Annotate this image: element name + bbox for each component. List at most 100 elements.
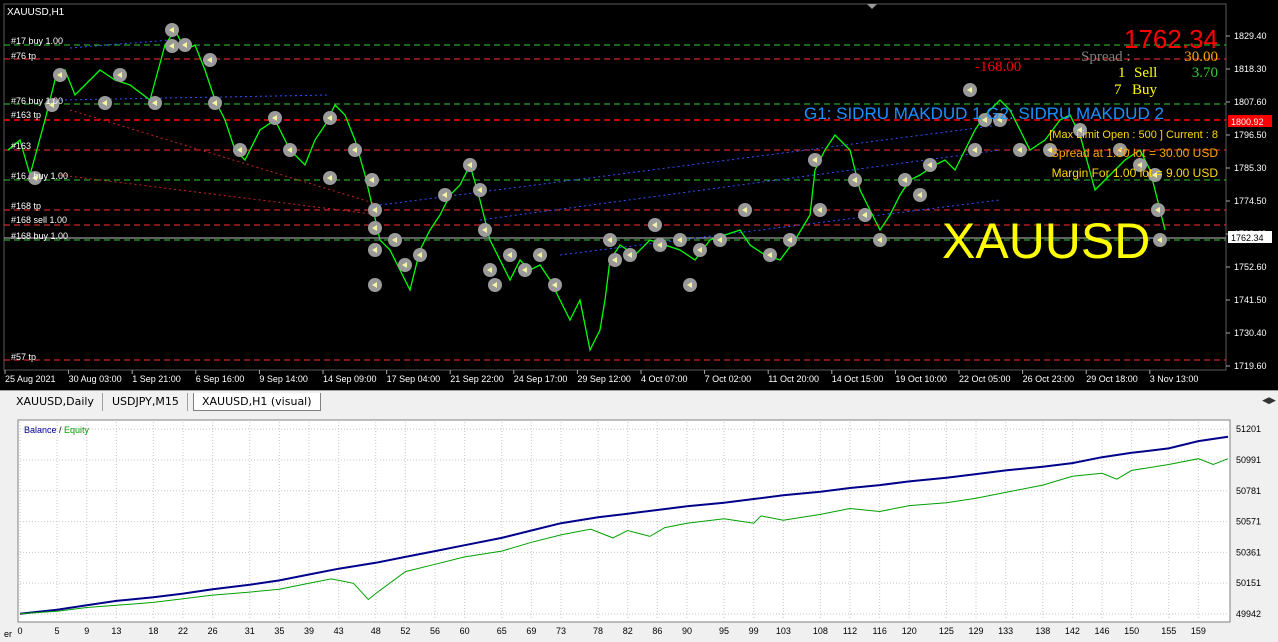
trade-marker-icon[interactable] [738,203,752,217]
trade-marker-icon[interactable] [178,38,192,52]
tab-usdjpy-m15[interactable]: USDJPY,M15 [104,393,188,411]
trade-marker-icon[interactable] [165,23,179,37]
balance-tick-label: 50151 [1236,578,1261,588]
trade-marker-icon[interactable] [483,263,497,277]
trade-marker-icon[interactable] [323,111,337,125]
time-tick-label: 3 Nov 13:00 [1150,374,1199,384]
trade-marker-icon[interactable] [208,96,222,110]
trade-marker-icon[interactable] [673,233,687,247]
price-axis: 1829.40 1818.30 1807.60 1796.50 1785.30 1774.… [1226,31,1267,371]
trade-marker-icon[interactable] [898,173,912,187]
tab-xauusd-daily[interactable]: XAUUSD,Daily [8,393,103,411]
trade-count-tick: 48 [371,626,381,636]
trade-marker-icon[interactable] [413,248,427,262]
price-chart[interactable]: 1829.40 1818.30 1807.60 1796.50 1785.30 1774.… [0,0,1278,390]
trade-marker-icon[interactable] [913,188,927,202]
tab-xauusd-h1-visual[interactable]: XAUUSD,H1 (visual) [193,393,321,411]
trade-marker-icon[interactable] [808,153,822,167]
trade-marker-icon[interactable] [283,143,297,157]
trade-marker-icon[interactable] [165,39,179,53]
order-line-label: #168 sell 1.00 [11,215,67,225]
price-tick-label: 1730.40 [1234,328,1267,338]
trade-count-tick: 108 [813,626,828,636]
trade-marker-icon[interactable] [233,143,247,157]
trade-marker-icon[interactable] [518,263,532,277]
trade-marker-icon[interactable] [968,143,982,157]
trade-marker-icon[interactable] [873,233,887,247]
trade-marker-icon[interactable] [608,253,622,267]
tab-scroll-arrows-icon[interactable]: ◀▶ [1262,394,1276,408]
trade-count-tick: 31 [245,626,255,636]
trade-marker-icon[interactable] [533,248,547,262]
trade-count-tick: 5 [55,626,60,636]
trade-count-tick: 86 [652,626,662,636]
trade-marker-icon[interactable] [683,278,697,292]
trade-count-tick: 52 [400,626,410,636]
sell-label: Sell [1134,65,1157,81]
trade-marker-icon[interactable] [653,238,667,252]
trade-marker-icon[interactable] [623,248,637,262]
trade-marker-icon[interactable] [813,203,827,217]
time-tick-label: 14 Oct 15:00 [832,374,884,384]
balance-tick-label: 50781 [1236,486,1261,496]
trade-marker-icon[interactable] [348,143,362,157]
trade-marker-icon[interactable] [713,233,727,247]
time-tick-label: 29 Sep 12:00 [577,374,631,384]
trade-marker-icon[interactable] [53,68,67,82]
time-tick-label: 1 Sep 21:00 [132,374,181,384]
price-chart-canvas[interactable]: 1829.40 1818.30 1807.60 1796.50 1785.30 1774.… [0,0,1278,390]
graph-legend: Balance / Equity [24,425,90,435]
trade-marker-icon[interactable] [368,203,382,217]
spread-lot-info: Spread at 1.00 lot = 30.00 USD [1051,146,1218,160]
trade-marker-icon[interactable] [503,248,517,262]
trade-marker-icon[interactable] [473,183,487,197]
trade-marker-icon[interactable] [203,53,217,67]
trade-marker-icon[interactable] [368,278,382,292]
legend-separator: / [57,425,65,435]
order-line-label: #16.. buy 1.00 [11,171,68,181]
trade-count-tick: 95 [719,626,729,636]
time-tick-label: 19 Oct 10:00 [895,374,947,384]
balance-graph-canvas: 51201 50991 50781 50571 50361 50151 49942 0 5 9 1… [4,419,1261,639]
trade-marker-icon[interactable] [548,278,562,292]
trade-count-tick: 142 [1065,626,1080,636]
trade-marker-icon[interactable] [113,68,127,82]
trade-marker-icon[interactable] [268,111,282,125]
trade-marker-icon[interactable] [1013,143,1027,157]
trade-marker-icon[interactable] [783,233,797,247]
trade-marker-icon[interactable] [463,158,477,172]
trade-marker-icon[interactable] [763,248,777,262]
time-tick-label: 21 Sep 22:00 [450,374,504,384]
margin-lot-info: Margin For 1.00 lot = 9.00 USD [1052,166,1219,180]
legend-equity: Equity [64,425,90,435]
balance-tick-label: 50571 [1236,517,1261,527]
trade-marker-icon[interactable] [478,223,492,237]
trade-marker-icon[interactable] [368,243,382,257]
time-tick-label: 9 Sep 14:00 [259,374,308,384]
trade-marker-icon[interactable] [1153,233,1167,247]
trade-marker-icon[interactable] [603,233,617,247]
trade-marker-icon[interactable] [365,173,379,187]
trade-marker-icon[interactable] [848,173,862,187]
price-tick-label: 1752.60 [1234,262,1267,272]
trade-marker-icon[interactable] [923,158,937,172]
chart-tabs: XAUUSD,Daily USDJPY,M15 XAUUSD,H1 (visua… [0,390,1278,412]
trade-marker-icon[interactable] [398,258,412,272]
trade-marker-icon[interactable] [388,233,402,247]
sell-profit: 3.70 [1192,65,1218,81]
trade-marker-icon[interactable] [438,188,452,202]
trade-marker-icon[interactable] [148,96,162,110]
trade-marker-icon[interactable] [963,83,977,97]
trade-marker-icon[interactable] [98,96,112,110]
trade-marker-icon[interactable] [368,221,382,235]
trade-marker-icon[interactable] [858,208,872,222]
trade-marker-icon[interactable] [488,278,502,292]
trade-marker-icon[interactable] [693,243,707,257]
order-line-label: #163 tp [11,110,41,120]
chart-title: XAUUSD,H1 [7,7,65,18]
trade-marker-icon[interactable] [1151,203,1165,217]
trade-marker-icon[interactable] [648,218,662,232]
time-tick-label: 26 Oct 23:00 [1023,374,1075,384]
trade-count-tick: 56 [430,626,440,636]
trade-marker-icon[interactable] [323,171,337,185]
